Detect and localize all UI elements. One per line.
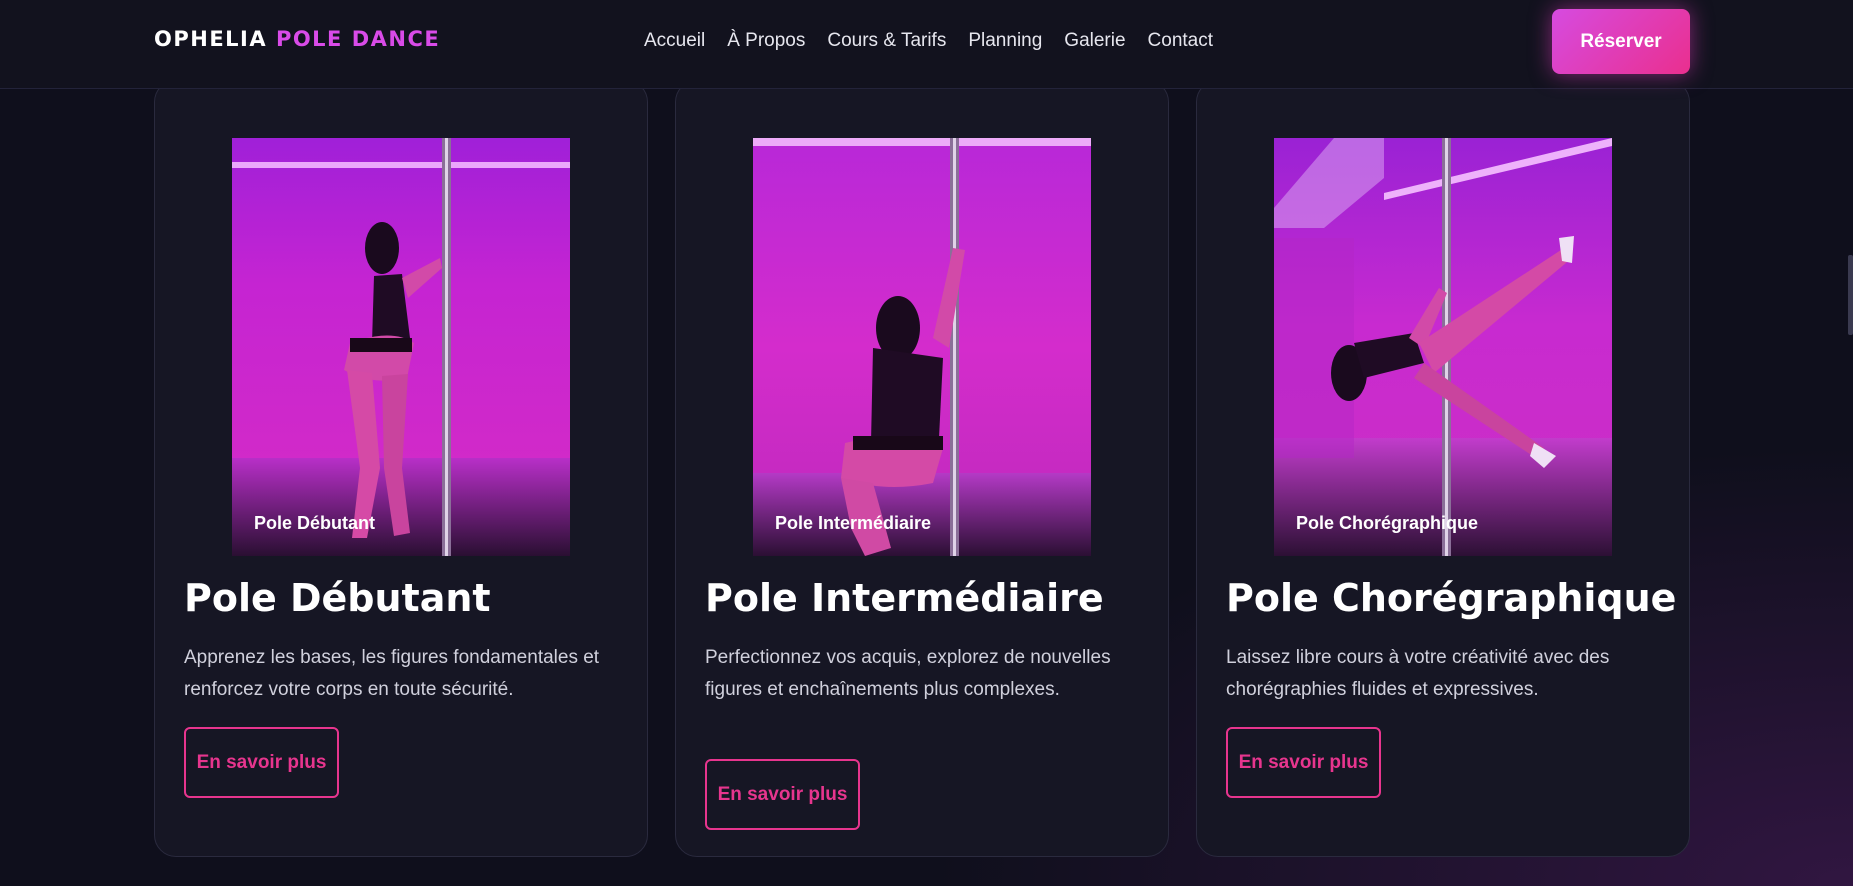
course-photo-intermediaire: Pole Intermédiaire — [753, 138, 1091, 556]
course-description: Apprenez les bases, les figures fondamen… — [184, 647, 600, 700]
course-title: Pole Chorégraphique — [1226, 576, 1677, 620]
learn-more-button[interactable]: En savoir plus — [705, 759, 860, 830]
reserve-button[interactable]: Réserver — [1552, 9, 1690, 74]
nav-link-planning[interactable]: Planning — [968, 30, 1042, 52]
course-description: Laissez libre cours à votre créativité a… — [1226, 647, 1610, 700]
dancer-photo-illustration — [753, 138, 1091, 556]
nav-link-contact[interactable]: Contact — [1148, 30, 1213, 52]
dancer-photo-illustration — [232, 138, 570, 556]
page-scrollbar[interactable] — [1848, 255, 1853, 335]
course-photo-debutant: Pole Débutant — [232, 138, 570, 556]
course-card-debutant: Pole Débutant Pole Débutant Apprenez les… — [154, 80, 648, 857]
learn-more-button[interactable]: En savoir plus — [184, 727, 339, 798]
nav-link-accueil[interactable]: Accueil — [644, 30, 705, 52]
photo-caption: Pole Chorégraphique — [1296, 513, 1479, 533]
nav-link-a-propos[interactable]: À Propos — [727, 30, 805, 52]
nav-link-galerie[interactable]: Galerie — [1064, 30, 1125, 52]
course-title: Pole Débutant — [184, 576, 491, 620]
course-title: Pole Intermédiaire — [705, 576, 1104, 620]
learn-more-button[interactable]: En savoir plus — [1226, 727, 1381, 798]
nav-link-cours-tarifs[interactable]: Cours & Tarifs — [827, 30, 946, 52]
dancer-photo-illustration — [1274, 138, 1612, 556]
course-card-choregraphique: Pole Chorégraphique Pole Chorégraphique … — [1196, 80, 1690, 857]
course-card-intermediaire: Pole Intermédiaire Pole Intermédiaire Pe… — [675, 80, 1169, 857]
course-photo-choregraphique: Pole Chorégraphique — [1274, 138, 1612, 556]
course-description: Perfectionnez vos acquis, explorez de no… — [705, 647, 1111, 700]
navbar: OPHELIA POLE DANCE Accueil À Propos Cour… — [0, 0, 1853, 89]
photo-caption: Pole Débutant — [254, 513, 376, 533]
photo-caption: Pole Intermédiaire — [775, 513, 932, 533]
